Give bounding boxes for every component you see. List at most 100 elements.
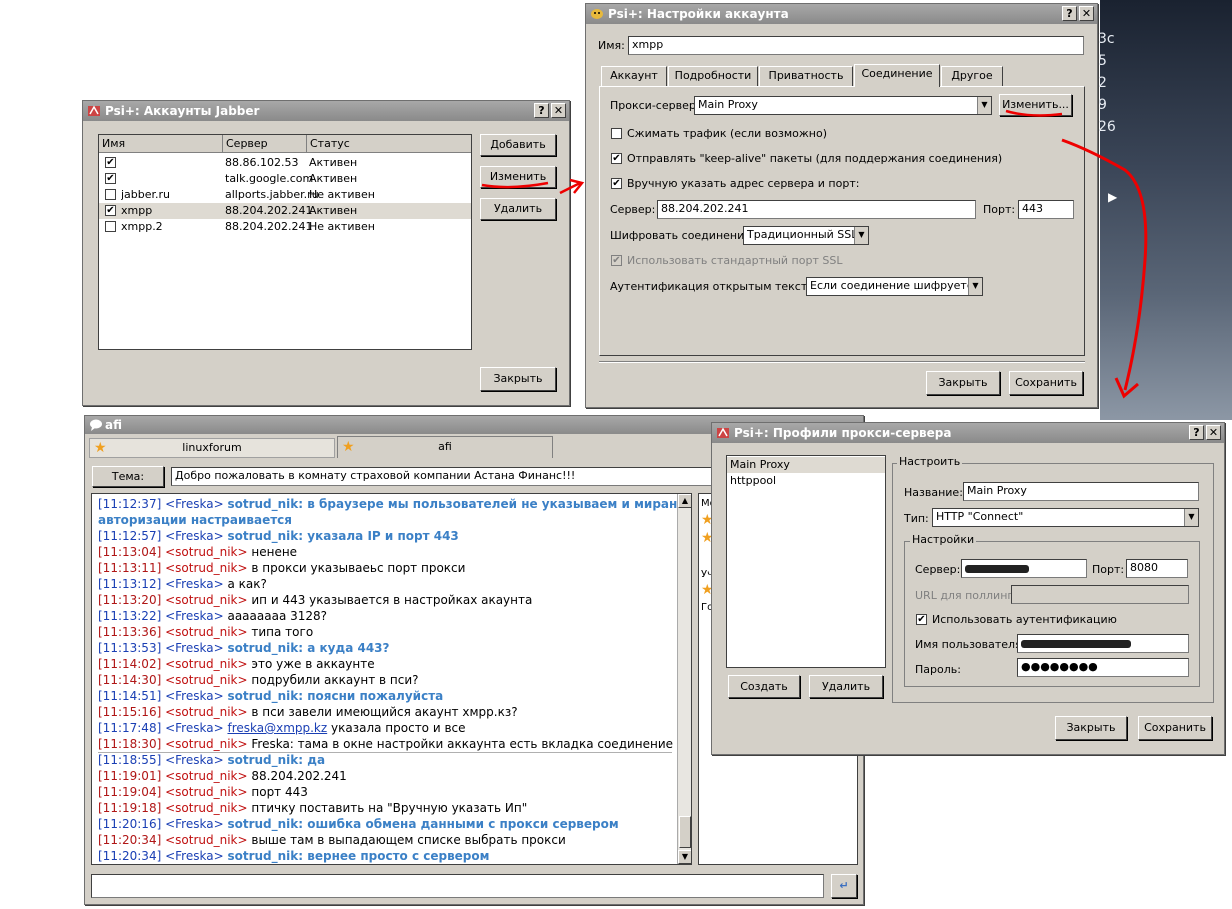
manual-host-label: Вручную указать адрес сервера и порт: xyxy=(627,177,860,190)
tab-connection[interactable]: Соединение xyxy=(854,64,940,87)
help-button[interactable]: ? xyxy=(534,103,549,118)
password-label: Пароль: xyxy=(915,663,961,676)
scrollbar-thumb[interactable] xyxy=(679,816,691,848)
account-name-field[interactable]: xmpp xyxy=(628,36,1084,55)
column-header-name[interactable]: Имя xyxy=(99,135,223,153)
message-nick: <sotrud_nik> xyxy=(165,625,248,639)
close-icon[interactable]: ✕ xyxy=(551,103,566,118)
ssl-port-checkbox[interactable]: ✔ xyxy=(611,255,622,266)
use-auth-checkbox[interactable]: ✔ xyxy=(916,614,927,625)
help-button[interactable]: ? xyxy=(1189,425,1204,440)
chat-log[interactable]: [11:12:37] <Freska> sotrud_nik: в браузе… xyxy=(91,493,692,865)
chat-message: [11:18:30] <sotrud_nik> Freska: тама в о… xyxy=(98,736,673,753)
message-timestamp: [11:19:04] xyxy=(98,785,162,799)
message-timestamp: [11:12:37] xyxy=(98,497,162,511)
compress-checkbox[interactable] xyxy=(611,128,622,139)
account-enable-checkbox[interactable]: ✔ xyxy=(105,157,116,168)
save-button[interactable]: Сохранить xyxy=(1009,371,1083,395)
keepalive-checkbox[interactable]: ✔ xyxy=(611,153,622,164)
close-button[interactable]: Закрыть xyxy=(1055,716,1127,740)
password-field[interactable]: ●●●●●●●● xyxy=(1017,658,1189,677)
column-header-server[interactable]: Сервер xyxy=(223,135,307,153)
chat-message: [11:19:18] <sotrud_nik> птичку поставить… xyxy=(98,800,527,816)
server-label: Сервер: xyxy=(610,203,656,216)
settings-titlebar[interactable]: Psi+: Настройки аккаунта ? ✕ xyxy=(586,4,1097,24)
help-button[interactable]: ? xyxy=(1062,6,1077,21)
proxy-type-select[interactable]: HTTP "Connect" ▼ xyxy=(932,508,1199,527)
close-icon[interactable]: ✕ xyxy=(1206,425,1221,440)
message-timestamp: [11:18:30] xyxy=(98,737,162,751)
scroll-down-icon[interactable]: ▼ xyxy=(678,850,691,864)
message-link[interactable]: freska@xmpp.kz xyxy=(227,721,327,735)
save-button[interactable]: Сохранить xyxy=(1138,716,1212,740)
tab-other[interactable]: Другое xyxy=(941,66,1003,86)
account-server: 88.86.102.53 xyxy=(225,156,299,169)
chat-message: [11:20:34] <Freska> sotrud_nik: вернее п… xyxy=(98,848,489,864)
profile-name-label: Название: xyxy=(904,486,963,499)
profile-name-field[interactable]: Main Proxy xyxy=(963,482,1199,501)
message-timestamp: [11:12:57] xyxy=(98,529,162,543)
chat-tab-linuxforum[interactable]: ★ linuxforum xyxy=(89,438,335,458)
account-enable-checkbox[interactable] xyxy=(105,189,116,200)
ssl-port-label: Использовать стандартный порт SSL xyxy=(627,254,843,267)
manual-host-checkbox[interactable]: ✔ xyxy=(611,178,622,189)
chat-tab-afi[interactable]: ★ afi xyxy=(337,436,553,458)
port-field[interactable]: 443 xyxy=(1018,200,1074,219)
list-item[interactable]: httppool xyxy=(727,473,885,489)
message-text: аааааааа 3128? xyxy=(227,609,328,623)
table-row[interactable]: ✔ talk.google.com Активен xyxy=(99,171,471,187)
message-text: это уже в аккаунте xyxy=(251,657,375,671)
delete-profile-button[interactable]: Удалить xyxy=(809,675,883,698)
account-enable-checkbox[interactable]: ✔ xyxy=(105,173,116,184)
chat-scrollbar[interactable]: ▲ ▼ xyxy=(677,494,691,864)
chat-message: [11:17:48] <Freska> freska@xmpp.kz указа… xyxy=(98,720,466,736)
username-field-redacted[interactable] xyxy=(1017,634,1189,653)
server-field[interactable]: 88.204.202.241 xyxy=(657,200,976,219)
plain-auth-select[interactable]: Если соединение шифруется ▼ xyxy=(806,277,983,296)
polling-url-field[interactable] xyxy=(1011,585,1189,604)
tab-details[interactable]: Подробности xyxy=(668,66,758,86)
table-row[interactable]: ✔ xmpp 88.204.202.241 Активен xyxy=(99,203,471,219)
delete-account-button[interactable]: Удалить xyxy=(480,198,556,220)
desktop-number: 26 xyxy=(1098,119,1116,135)
close-button[interactable]: Закрыть xyxy=(926,371,1000,395)
table-row[interactable]: jabber.ru allports.jabber.ru Не активен xyxy=(99,187,471,203)
message-nick: <sotrud_nik> xyxy=(165,657,248,671)
table-row[interactable]: ✔ 88.86.102.53 Активен xyxy=(99,155,471,171)
proxy-titlebar[interactable]: Psi+: Профили прокси-сервера ? ✕ xyxy=(712,423,1224,443)
message-text: sotrud_nik: указала IP и порт 443 xyxy=(227,529,459,543)
edit-account-button[interactable]: Изменить xyxy=(480,166,556,188)
proxy-select[interactable]: Main Proxy ▼ xyxy=(694,96,992,115)
add-account-button[interactable]: Добавить xyxy=(480,134,556,156)
close-button[interactable]: Закрыть xyxy=(480,367,556,391)
account-status: Не активен xyxy=(309,220,375,233)
accounts-table: Имя Сервер Статус ✔ 88.86.102.53 Активен… xyxy=(98,134,472,350)
account-enable-checkbox[interactable] xyxy=(105,221,116,232)
list-item[interactable]: Main Proxy xyxy=(727,457,885,473)
encrypt-select[interactable]: Традиционный SSL ▼ xyxy=(743,226,869,245)
close-icon[interactable]: ✕ xyxy=(1079,6,1094,21)
proxy-server-label: Сервер: xyxy=(915,563,961,576)
message-input[interactable] xyxy=(91,874,824,898)
accounts-titlebar[interactable]: Psi+: Аккаунты Jabber ? ✕ xyxy=(83,101,569,121)
topic-button[interactable]: Тема: xyxy=(92,466,164,487)
desktop-background xyxy=(1100,0,1232,420)
desktop-number: 5 xyxy=(1098,53,1107,69)
scroll-up-icon[interactable]: ▲ xyxy=(678,494,691,508)
account-enable-checkbox[interactable]: ✔ xyxy=(105,205,116,216)
send-icon[interactable]: ↵ xyxy=(831,874,857,898)
proxy-edit-button[interactable]: Изменить... xyxy=(999,94,1072,116)
proxy-port-field[interactable]: 8080 xyxy=(1126,559,1188,578)
tab-account[interactable]: Аккаунт xyxy=(601,66,667,86)
tab-privacy[interactable]: Приватность xyxy=(759,66,853,86)
chat-message: [11:13:20] <sotrud_nik> ип и 443 указыва… xyxy=(98,592,532,608)
chevron-down-icon: ▼ xyxy=(977,97,991,114)
plain-auth-label: Аутентификация открытым текстом: xyxy=(610,280,826,293)
table-row[interactable]: xmpp.2 88.204.202.241 Не активен xyxy=(99,219,471,235)
account-status: Активен xyxy=(309,204,358,217)
create-profile-button[interactable]: Создать xyxy=(728,675,800,698)
message-nick: <sotrud_nik> xyxy=(165,705,248,719)
column-header-status[interactable]: Статус xyxy=(307,135,471,153)
proxy-server-field-redacted[interactable] xyxy=(961,559,1087,578)
chat-message: [11:15:16] <sotrud_nik> в пси завели име… xyxy=(98,704,518,720)
